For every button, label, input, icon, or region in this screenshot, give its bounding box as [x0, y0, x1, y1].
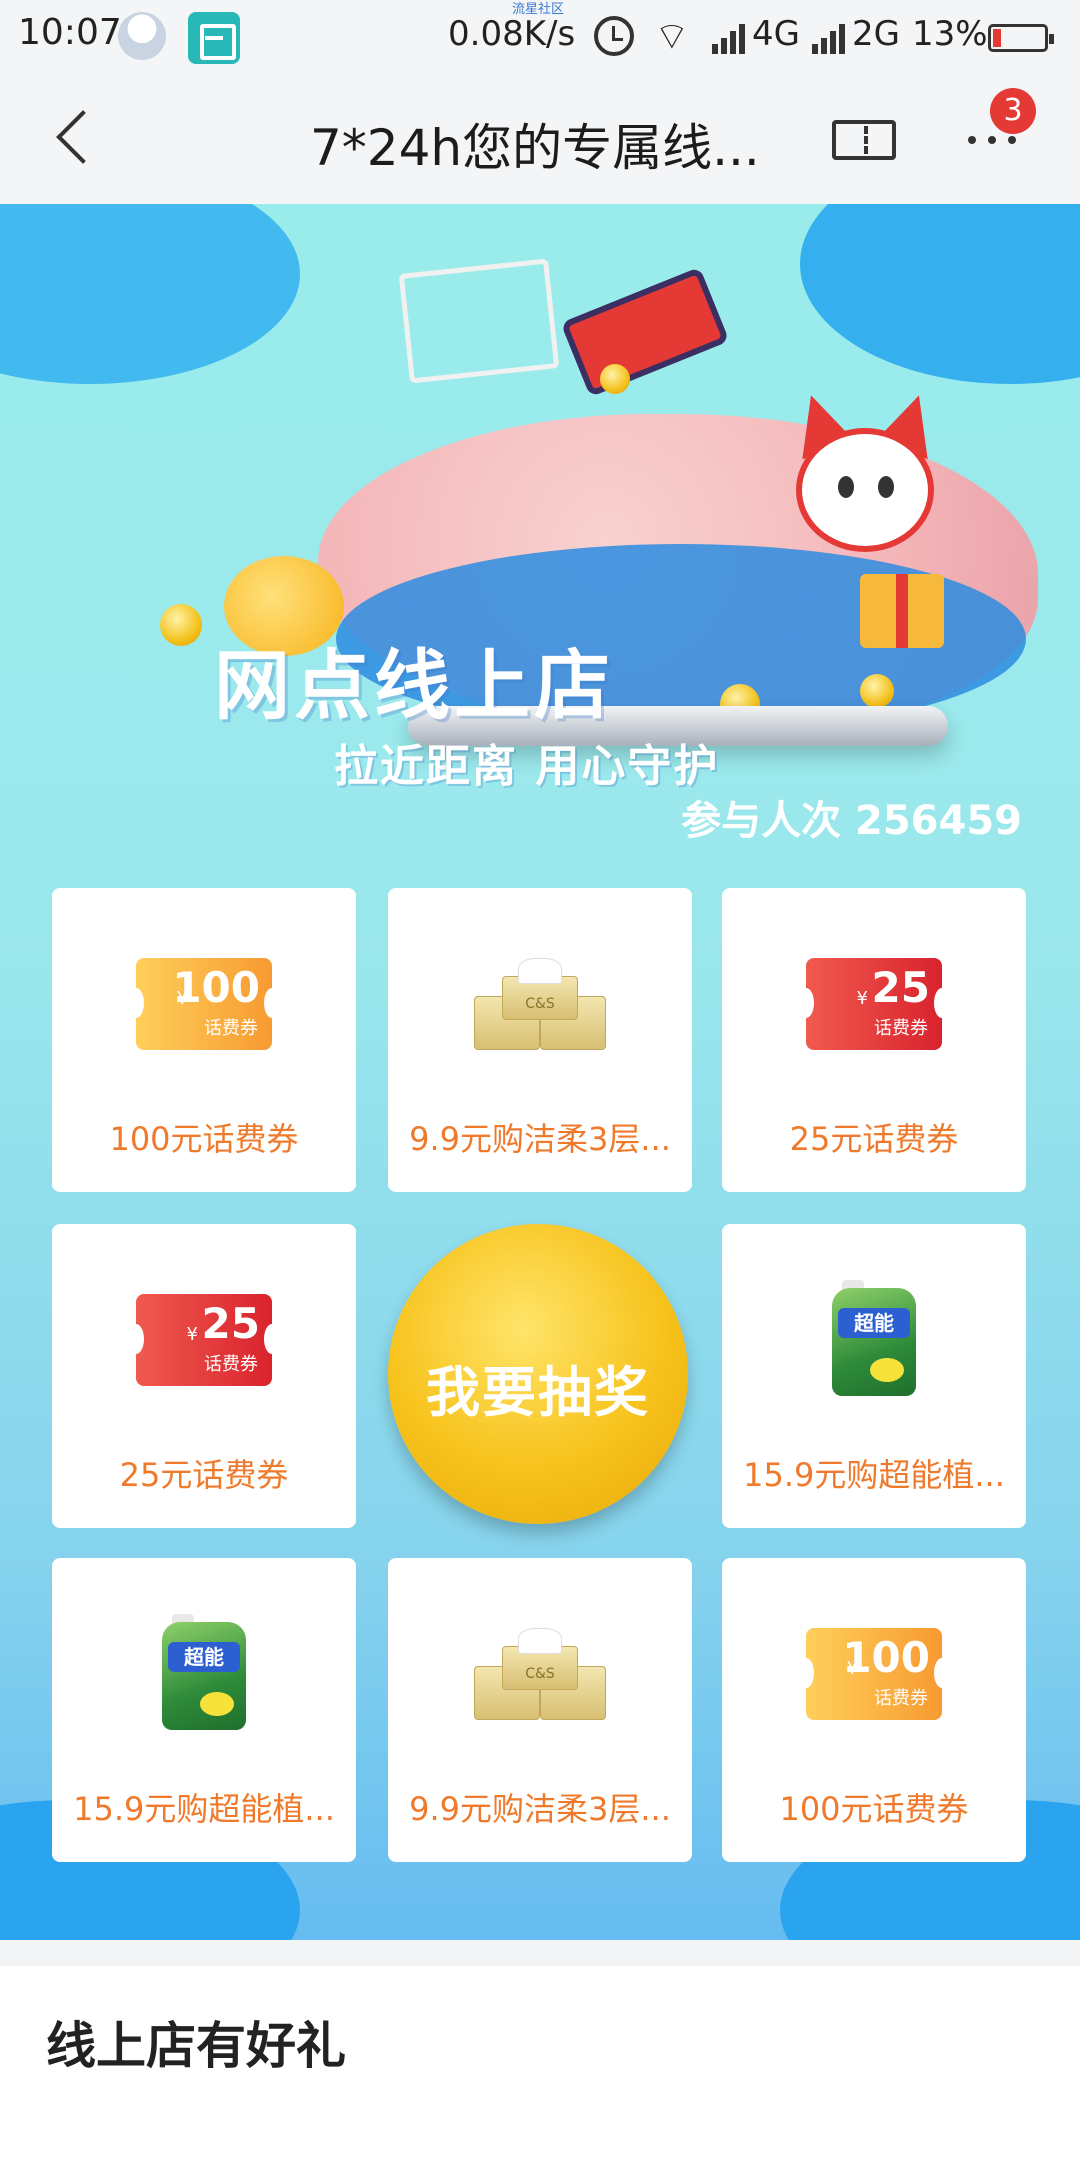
participant-count: 参与人次 256459: [681, 798, 1022, 844]
prize-label: 100元话费券: [109, 1120, 299, 1158]
wifi-icon: ⌔: [654, 14, 690, 58]
status-bar: 10:07 流星社区 0.08K/s ⌔ 4G 2G 13%: [0, 0, 1080, 72]
lottery-section: 网点线上店 拉近距离 用心守护 参与人次 256459 ¥ 100 话费券 10…: [0, 204, 1080, 1940]
bottom-section: 线上店有好礼: [0, 1940, 1080, 2160]
prize-label: 15.9元购超能植...: [73, 1790, 335, 1828]
status-time: 10:07: [18, 12, 122, 53]
prize-label: 15.9元购超能植...: [743, 1456, 1005, 1494]
prize-cell[interactable]: C&S 9.9元购洁柔3层...: [388, 888, 692, 1192]
detergent-bag-icon: 超能: [824, 1280, 924, 1400]
scan-icon: [188, 12, 240, 64]
voucher-icon: ¥ 100 话费券: [798, 1628, 950, 1720]
mascot-cat-icon: [780, 386, 950, 584]
prize-label: 100元话费券: [779, 1790, 969, 1828]
back-icon[interactable]: [52, 112, 104, 164]
prize-cell[interactable]: ¥ 25 话费券 25元话费券: [52, 1224, 356, 1528]
prize-cell[interactable]: ¥ 100 话费券 100元话费券: [722, 1558, 1026, 1862]
network-speed: 0.08K/s: [448, 14, 576, 54]
prize-cell[interactable]: 超能 15.9元购超能植...: [52, 1558, 356, 1862]
battery-percent: 13%: [912, 14, 988, 54]
prize-label: 9.9元购洁柔3层...: [409, 1790, 671, 1828]
prize-label: 25元话费券: [119, 1456, 289, 1494]
alarm-icon: [594, 16, 634, 56]
qq-avatar-icon: [118, 12, 166, 60]
hero-subtitle: 拉近距离 用心守护: [334, 741, 720, 792]
prize-cell[interactable]: ¥ 25 话费券 25元话费券: [722, 888, 1026, 1192]
page-title: 7*24h您的专属线...: [310, 119, 760, 177]
notification-badge: 3: [990, 88, 1036, 134]
hero-title: 网点线上店: [214, 641, 614, 730]
ticket-icon[interactable]: [832, 120, 896, 160]
prize-cell[interactable]: C&S 9.9元购洁柔3层...: [388, 1558, 692, 1862]
prize-label: 25元话费券: [789, 1120, 959, 1158]
draw-lottery-button[interactable]: 我要抽奖: [388, 1224, 688, 1524]
voucher-icon: ¥ 25 话费券: [128, 1294, 280, 1386]
signal-icon: [712, 20, 746, 54]
tissue-box-icon: C&S: [474, 1628, 606, 1720]
nav-bar: 7*24h您的专属线...: [0, 72, 1080, 204]
detergent-bag-icon: 超能: [154, 1614, 254, 1734]
prize-label: 9.9元购洁柔3层...: [409, 1120, 671, 1158]
network-type-1: 4G: [752, 14, 800, 54]
prize-cell[interactable]: 超能 15.9元购超能植...: [722, 1224, 1026, 1528]
draw-button-label: 我要抽奖: [426, 1361, 650, 1424]
signal-icon: [812, 20, 846, 54]
network-type-2: 2G: [852, 14, 900, 54]
tissue-box-icon: C&S: [474, 958, 606, 1050]
section-title: 线上店有好礼: [46, 2017, 346, 2075]
voucher-icon: ¥ 25 话费券: [798, 958, 950, 1050]
gift-section-card: 线上店有好礼: [0, 1966, 1080, 2160]
voucher-icon: ¥ 100 话费券: [128, 958, 280, 1050]
battery-icon: [988, 24, 1054, 52]
prize-cell[interactable]: ¥ 100 话费券 100元话费券: [52, 888, 356, 1192]
